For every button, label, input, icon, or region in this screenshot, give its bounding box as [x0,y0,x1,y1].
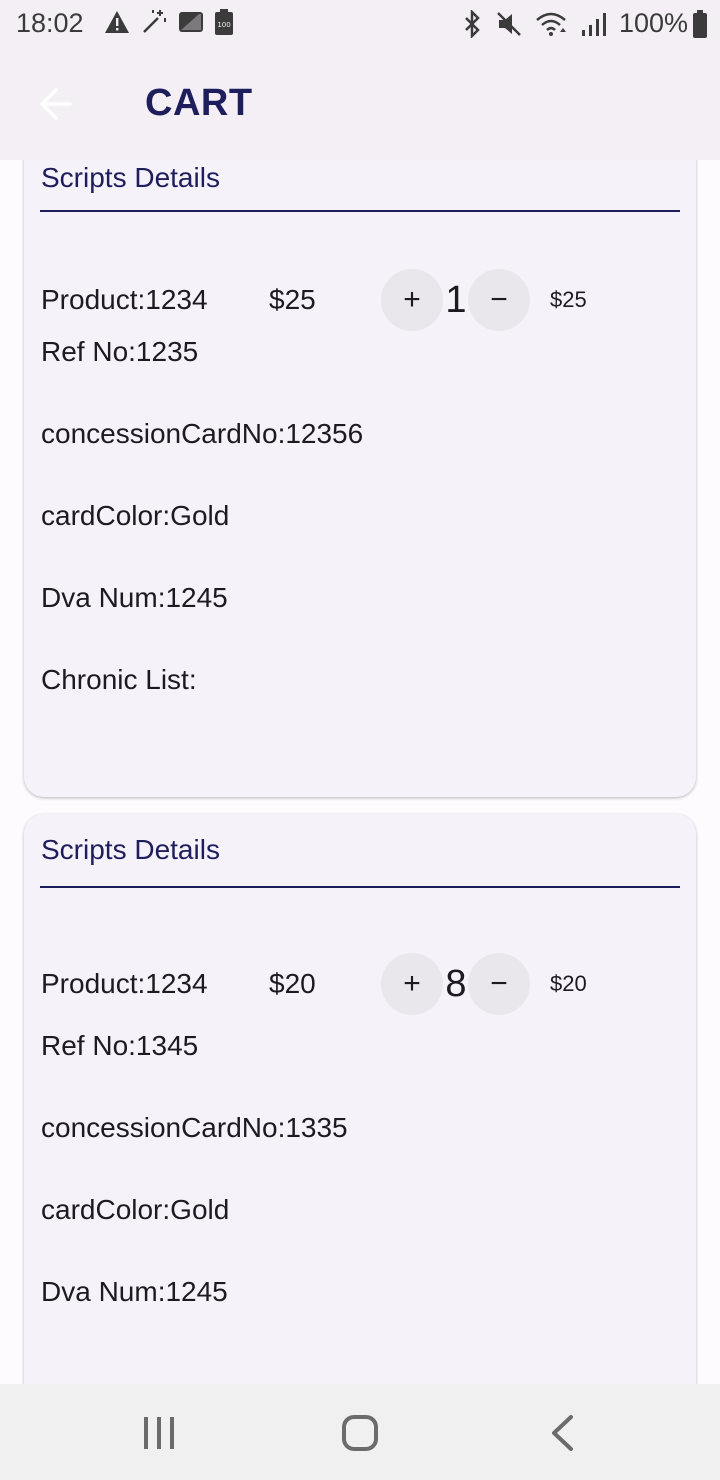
back-nav-button[interactable] [532,1408,592,1458]
status-bar: 18:02 100 100% [0,0,720,52]
card-header: Scripts Details [41,162,220,193]
chronic-list: Chronic List: [41,664,197,695]
concession-card-no: concessionCardNo:1335 [41,1112,348,1143]
battery-percent: 100% [618,8,688,38]
dva-num: Dva Num:1245 [41,582,228,613]
back-nav-icon [552,1415,573,1451]
recent-apps-button[interactable] [129,1408,189,1458]
product-price: $20 [269,968,316,999]
svg-text:100: 100 [217,21,230,29]
magic-wand-icon [143,10,166,33]
decrement-button[interactable]: − [468,953,530,1015]
arrow-back-icon [40,88,72,120]
recent-apps-icon [144,1417,174,1449]
image-icon [179,12,203,32]
signal-icon [581,12,606,36]
plus-icon: + [403,283,421,316]
wifi-icon [536,12,566,36]
product-label: Product:1234 [41,968,208,999]
battery-icon [693,9,707,38]
product-price: $25 [269,284,316,315]
system-nav-bar [0,1384,720,1480]
script-card: Scripts Details Product:1234 $20 + 8 − $… [24,814,696,1384]
card-color: cardColor:Gold [41,500,230,531]
minus-icon: − [490,283,508,316]
increment-button[interactable]: + [381,269,443,331]
status-left-icons: 100 [104,8,234,36]
status-time: 18:02 [16,8,84,38]
back-button[interactable] [28,76,84,132]
card-divider [40,886,680,888]
decrement-button[interactable]: − [468,269,530,331]
product-row: Product:1234 $25 + 1 − $25 [41,269,681,331]
mute-icon [497,11,521,36]
product-label: Product:1234 [41,284,208,315]
dva-num: Dva Num:1245 [41,1276,228,1307]
product-row: Product:1234 $20 + 8 − $20 [41,953,681,1015]
concession-card-no: concessionCardNo:12356 [41,418,364,449]
card-divider [40,210,680,212]
battery-saver-icon: 100 [215,9,233,35]
bluetooth-icon [465,9,480,38]
card-color: cardColor:Gold [41,1194,230,1225]
warning-icon [105,11,129,33]
increment-button[interactable]: + [381,953,443,1015]
ref-no: Ref No:1235 [41,336,199,367]
cart-list[interactable]: Scripts Details Product:1234 $25 + 1 − $… [0,160,720,1384]
page-title: CART [145,82,253,124]
home-icon [342,1415,378,1451]
plus-icon: + [403,967,421,1000]
quantity-value: 8 [445,962,467,1005]
script-card: Scripts Details Product:1234 $25 + 1 − $… [24,160,696,797]
app-bar: CART [0,52,720,160]
line-total: $20 [550,971,587,996]
quantity-value: 1 [445,278,467,321]
status-right-icons: 100% [463,8,708,39]
card-header: Scripts Details [41,834,220,865]
home-button[interactable] [330,1408,390,1458]
minus-icon: − [490,967,508,1000]
battery-status: 100% [619,8,708,39]
line-total: $25 [550,287,587,312]
ref-no: Ref No:1345 [41,1030,199,1061]
